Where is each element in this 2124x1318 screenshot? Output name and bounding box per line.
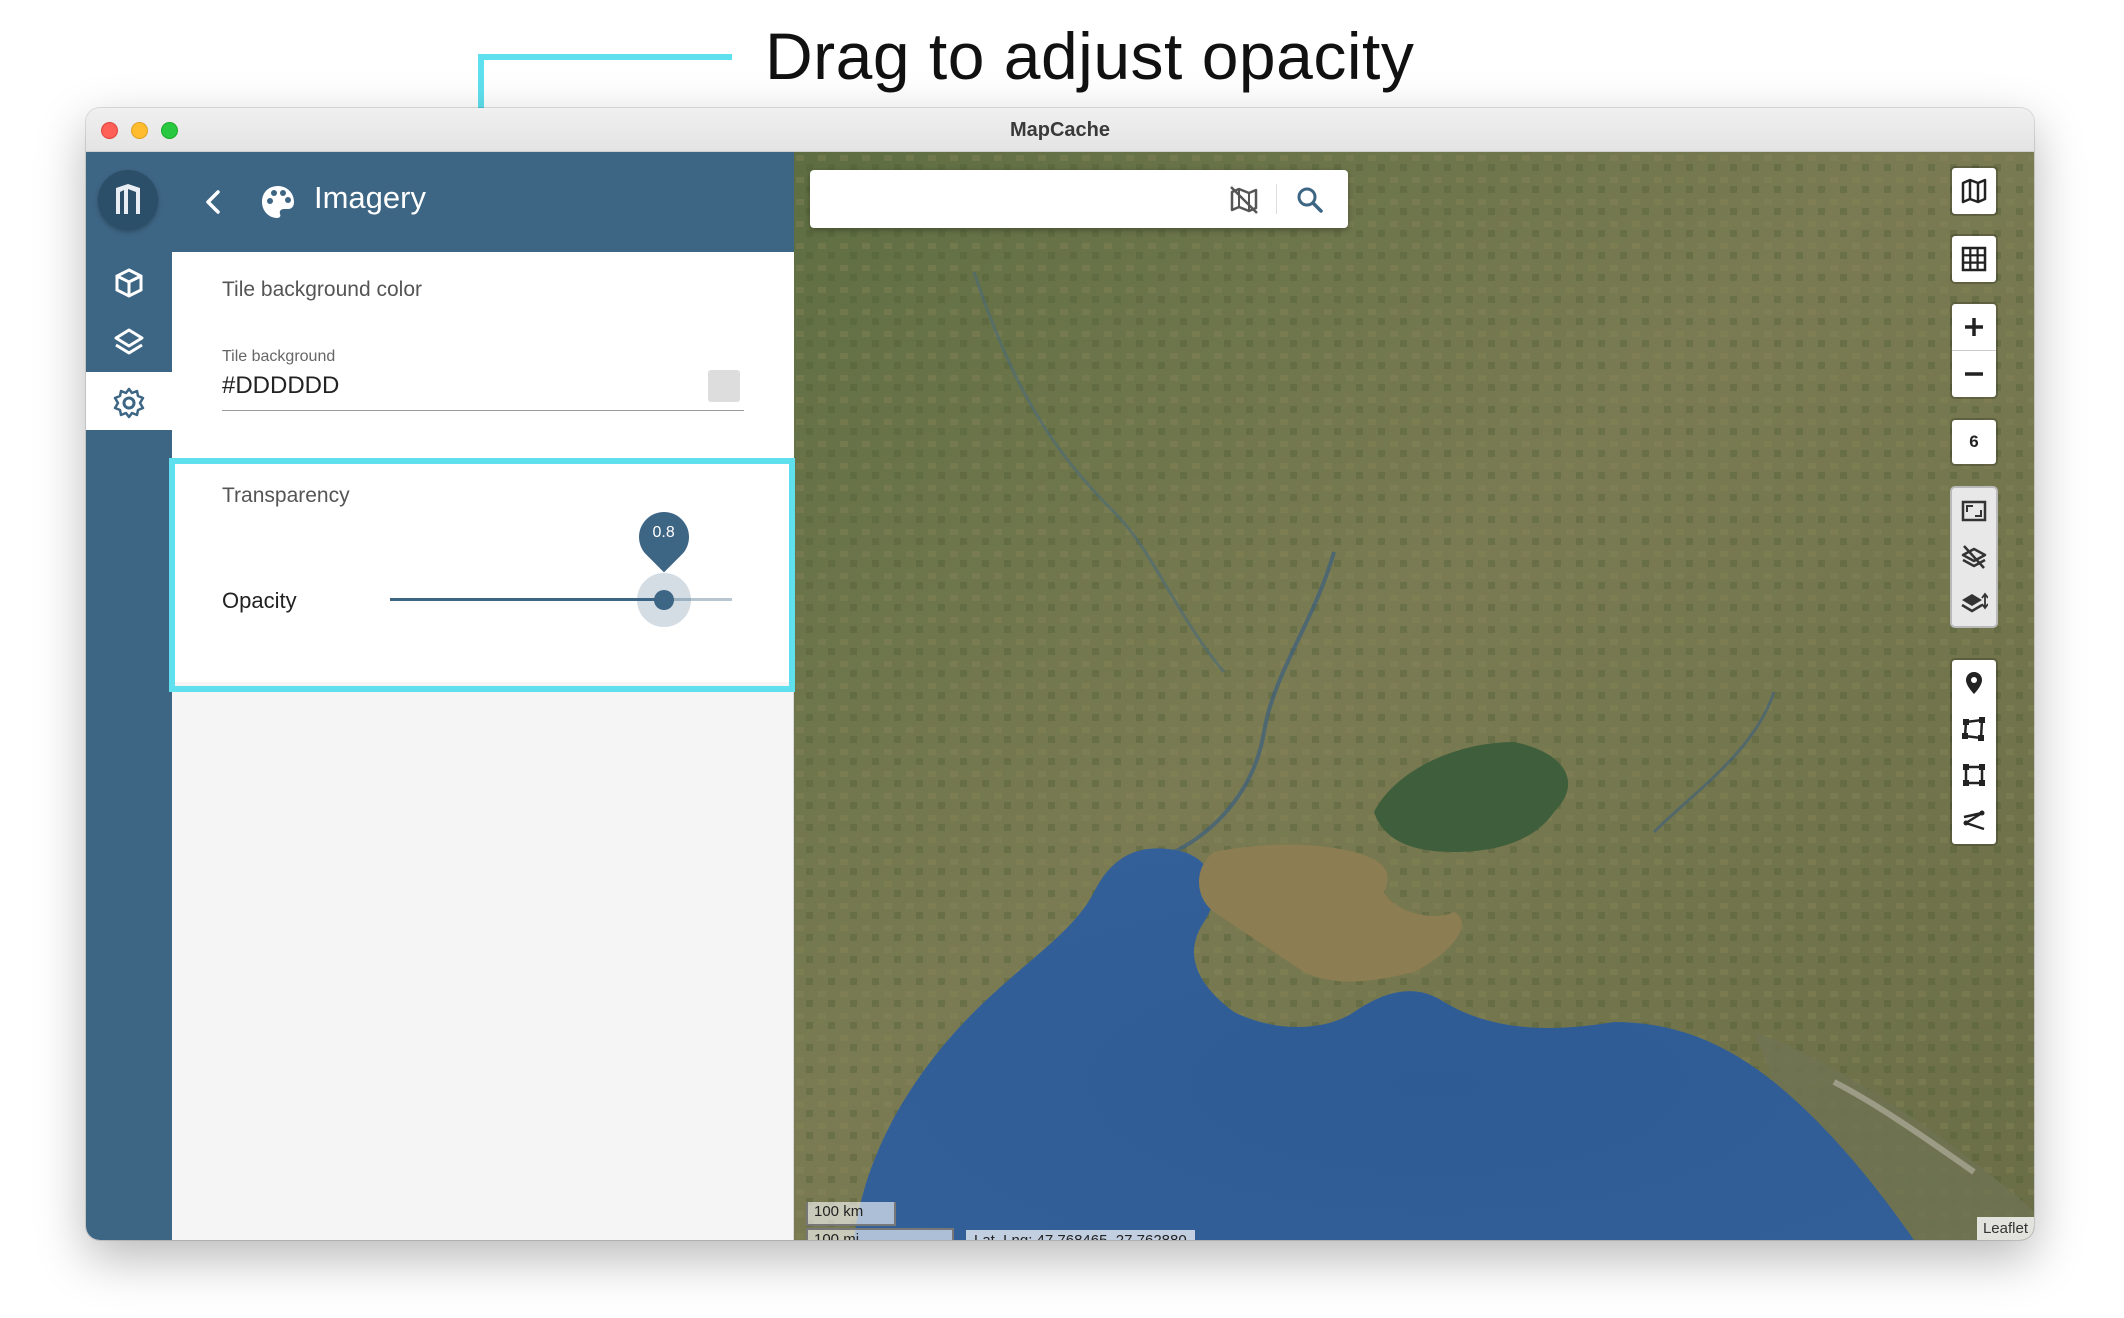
grid-icon	[1961, 246, 1987, 272]
scale-bar-mi: 100 mi	[806, 1228, 954, 1240]
no-map-icon[interactable]	[1228, 184, 1260, 221]
zoom-level-display: 6	[1950, 418, 1998, 466]
panel-title: Imagery	[314, 180, 426, 215]
field-underline	[222, 410, 744, 411]
zoom-in-icon	[1965, 318, 1983, 336]
basemap-button[interactable]	[1952, 168, 1996, 214]
nav-item-projects[interactable]	[86, 252, 172, 310]
map-search-input[interactable]	[824, 182, 1214, 216]
grid-control	[1950, 234, 1998, 284]
map-icon	[1961, 178, 1987, 204]
layer-tools-control	[1950, 486, 1998, 628]
nav-rail	[86, 152, 172, 1240]
back-button[interactable]	[194, 182, 234, 222]
window-title: MapCache	[1009, 119, 1111, 141]
annotation-title: Drag to adjust opacity	[765, 19, 1415, 93]
hide-layers-icon	[1961, 545, 1987, 569]
zoom-in-button[interactable]	[1952, 304, 1996, 350]
satellite-imagery	[794, 152, 2034, 1240]
color-swatch[interactable]	[708, 370, 740, 402]
mapcache-logo-icon[interactable]	[98, 170, 158, 230]
zoom-out-icon	[1965, 372, 1983, 376]
map-view[interactable]: 6 100 km 100 mi Leaflet	[794, 152, 2034, 1240]
nav-item-settings[interactable]	[86, 372, 172, 430]
layers-icon	[114, 328, 144, 355]
scale-bar-km: 100 km	[806, 1202, 896, 1226]
marker-icon	[1966, 672, 1982, 694]
draw-polygon-button[interactable]	[1952, 706, 1996, 752]
basemap-control	[1950, 166, 1998, 216]
annotation-highlight-box	[169, 458, 795, 692]
map-attribution[interactable]: Leaflet	[1976, 1217, 2034, 1240]
chevron-left-icon	[206, 190, 220, 214]
draw-tools-control	[1950, 658, 1998, 846]
layer-order-icon	[1961, 592, 1988, 613]
draw-marker-button[interactable]	[1952, 660, 1996, 706]
title-bar: MapCache	[86, 108, 2034, 152]
tile-background-field-label: Tile background	[222, 348, 336, 365]
cursor-coordinates: Lat, Lng: 47.768465, 27.762880	[966, 1230, 1195, 1240]
zoom-out-button[interactable]	[1952, 351, 1996, 397]
annotation-line-horizontal	[478, 54, 732, 60]
rectangle-icon	[1963, 764, 1985, 786]
gear-icon	[113, 387, 145, 419]
polyline-icon	[1963, 810, 1985, 831]
search-icon[interactable]	[1294, 184, 1326, 221]
draw-polyline-button[interactable]	[1952, 798, 1996, 844]
panel-header: Imagery	[172, 152, 794, 252]
grid-button[interactable]	[1952, 236, 1996, 282]
fit-bounds-icon	[1961, 500, 1987, 522]
tile-background-section-label: Tile background color	[222, 278, 422, 301]
map-search-bar	[810, 170, 1348, 228]
imagery-panel: Imagery Tile background color Tile backg…	[172, 152, 794, 1240]
cube-icon	[115, 268, 143, 298]
palette-icon	[258, 182, 298, 227]
hide-layers-button[interactable]	[1952, 534, 1996, 580]
tile-background-card: Tile background color Tile background #D…	[172, 252, 794, 460]
layer-order-button[interactable]	[1952, 580, 1996, 626]
polygon-icon	[1962, 717, 1985, 741]
draw-rectangle-button[interactable]	[1952, 752, 1996, 798]
fit-bounds-button[interactable]	[1952, 488, 1996, 534]
zoom-level: 6	[1969, 432, 1979, 451]
tile-background-field[interactable]: #DDDDDD	[222, 372, 339, 400]
nav-item-layers[interactable]	[86, 312, 172, 370]
search-divider	[1276, 184, 1277, 214]
zoom-control	[1950, 302, 1998, 399]
